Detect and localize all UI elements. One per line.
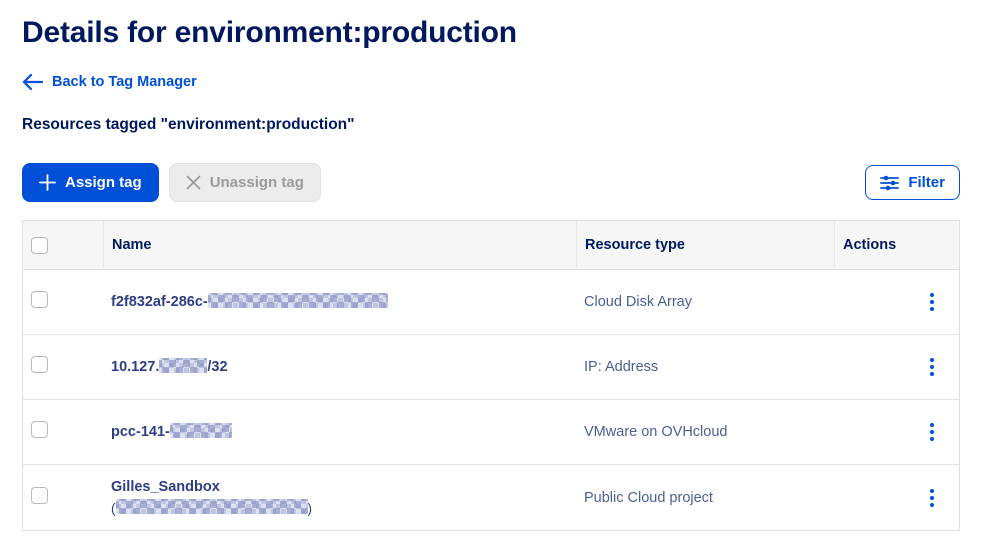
column-header-name: Name — [103, 221, 576, 269]
row-checkbox[interactable] — [31, 487, 48, 504]
resource-type: VMware on OVHcloud — [584, 424, 727, 440]
row-actions-cell — [834, 287, 959, 317]
back-link-label: Back to Tag Manager — [52, 74, 197, 90]
filter-sliders-icon — [880, 175, 899, 191]
row-actions-cell — [834, 352, 959, 382]
kebab-dot — [930, 307, 934, 311]
column-header-resource-type: Resource type — [576, 221, 834, 269]
assign-tag-label: Assign tag — [65, 174, 142, 191]
row-name-cell: Gilles_Sandbox () — [103, 477, 576, 517]
kebab-dot — [930, 300, 934, 304]
unassign-tag-label: Unassign tag — [210, 174, 304, 191]
row-checkbox-cell — [23, 291, 103, 313]
resource-name: f2f832af-286c- — [111, 292, 568, 312]
resource-name: pcc-141- — [111, 422, 568, 442]
row-actions-kebab-menu[interactable] — [919, 352, 945, 382]
kebab-dot — [930, 358, 934, 362]
name-text: Gilles_Sandbox — [111, 480, 220, 496]
name-text: f2f832af-286c- — [111, 294, 208, 310]
row-actions-kebab-menu[interactable] — [919, 483, 945, 513]
name-text: ( — [111, 501, 116, 516]
page-title: Details for environment:production — [22, 16, 960, 50]
kebab-dot — [930, 423, 934, 427]
row-name-cell: 10.127. /32 — [103, 357, 576, 377]
kebab-dot — [930, 365, 934, 369]
filter-button[interactable]: Filter — [865, 165, 960, 200]
kebab-dot — [930, 430, 934, 434]
redacted-text — [159, 358, 207, 373]
row-name-cell: f2f832af-286c- — [103, 292, 576, 312]
tag-details-page: Details for environment:production Back … — [0, 0, 982, 531]
back-to-tag-manager-link[interactable]: Back to Tag Manager — [22, 74, 197, 90]
redacted-text — [116, 499, 308, 514]
resource-name: Gilles_Sandbox — [111, 477, 568, 497]
row-resource-type-cell: Cloud Disk Array — [576, 293, 834, 311]
assign-tag-button[interactable]: Assign tag — [22, 163, 159, 202]
row-actions-cell — [834, 417, 959, 447]
close-icon — [186, 175, 201, 190]
redacted-text — [170, 423, 232, 438]
row-resource-type-cell: VMware on OVHcloud — [576, 423, 834, 441]
row-actions-cell — [834, 483, 959, 513]
row-name-cell: pcc-141- — [103, 422, 576, 442]
resource-type: Public Cloud project — [584, 490, 713, 506]
name-text: pcc-141- — [111, 424, 170, 440]
name-text: /32 — [207, 359, 227, 375]
name-text: ) — [308, 501, 313, 516]
resources-table: Name Resource type Actions f2f832af-286c… — [22, 220, 960, 531]
resources-tagged-subtitle: Resources tagged "environment:production… — [22, 116, 960, 134]
table-row: f2f832af-286c- Cloud Disk Array — [23, 270, 959, 335]
table-row: Gilles_Sandbox () Public Cloud project — [23, 465, 959, 530]
redacted-text — [208, 293, 388, 308]
row-actions-kebab-menu[interactable] — [919, 287, 945, 317]
resource-type: IP: Address — [584, 359, 658, 375]
kebab-dot — [930, 503, 934, 507]
row-checkbox[interactable] — [31, 421, 48, 438]
name-text: 10.127. — [111, 359, 159, 375]
kebab-dot — [930, 293, 934, 297]
toolbar: Assign tag Unassign tag Filter — [22, 163, 960, 202]
resource-type: Cloud Disk Array — [584, 294, 692, 310]
header-checkbox-cell — [23, 221, 103, 269]
row-resource-type-cell: IP: Address — [576, 358, 834, 376]
row-checkbox-cell — [23, 421, 103, 443]
row-checkbox-cell — [23, 487, 103, 509]
column-header-actions: Actions — [834, 221, 959, 269]
select-all-checkbox[interactable] — [31, 237, 48, 254]
row-checkbox-cell — [23, 356, 103, 378]
kebab-dot — [930, 489, 934, 493]
plus-icon — [39, 174, 56, 191]
back-arrow-icon — [22, 74, 43, 90]
kebab-dot — [930, 496, 934, 500]
filter-label: Filter — [908, 174, 945, 191]
row-checkbox[interactable] — [31, 291, 48, 308]
kebab-dot — [930, 372, 934, 376]
unassign-tag-button[interactable]: Unassign tag — [169, 163, 321, 202]
table-header-row: Name Resource type Actions — [23, 221, 959, 270]
table-body: f2f832af-286c- Cloud Disk Array 10.127. /… — [23, 270, 959, 530]
table-row: pcc-141- VMware on OVHcloud — [23, 400, 959, 465]
kebab-dot — [930, 437, 934, 441]
row-actions-kebab-menu[interactable] — [919, 417, 945, 447]
resource-name-secondary: () — [111, 498, 568, 518]
resource-name: 10.127. /32 — [111, 357, 568, 377]
table-row: 10.127. /32 IP: Address — [23, 335, 959, 400]
row-resource-type-cell: Public Cloud project — [576, 489, 834, 507]
row-checkbox[interactable] — [31, 356, 48, 373]
